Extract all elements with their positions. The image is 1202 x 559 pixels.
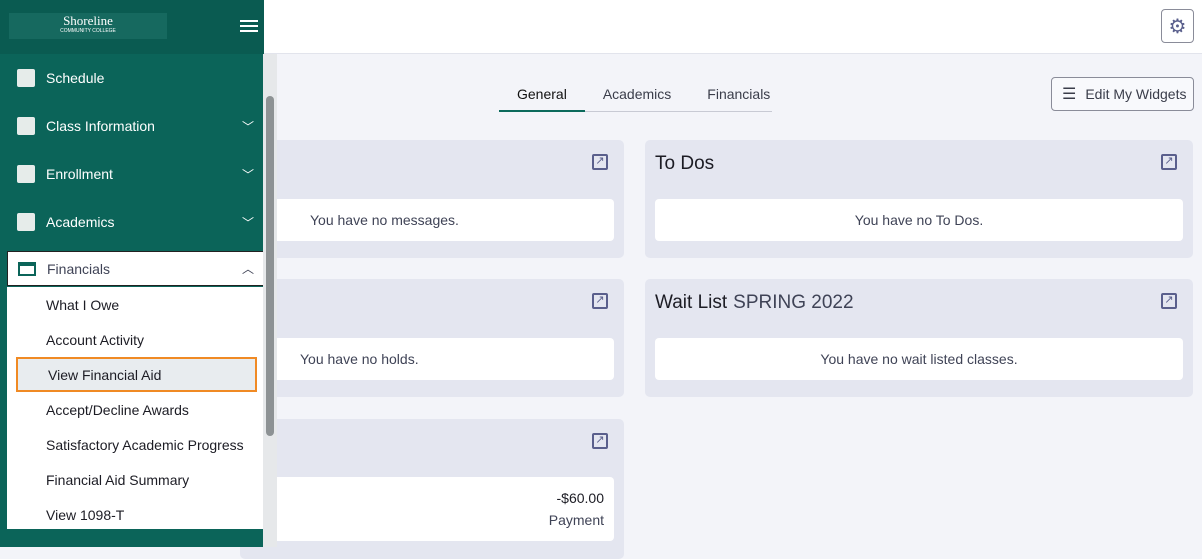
waitlist-title: Wait List SPRING 2022 [655,292,854,313]
holds-card: ↗ You have no holds. [240,279,624,397]
chevron-up-icon: ︿ [241,262,254,276]
edit-widgets-button[interactable]: ☰ Edit My Widgets [1051,77,1194,111]
account-card: ↗ -$60.00 Payment [240,419,624,559]
todos-title: To Dos [655,153,715,174]
calendar-icon [17,69,35,87]
submenu-what-i-owe[interactable]: What I Owe [7,287,265,322]
account-body: -$60.00 Payment [250,477,614,541]
todos-body: You have no To Dos. [655,199,1183,241]
external-link-icon[interactable]: ↗ [1161,154,1177,170]
external-link-icon[interactable]: ↗ [592,154,608,170]
sidebar-header: Shoreline COMMUNITY COLLEGE [0,0,264,54]
submenu-accept-decline-awards[interactable]: Accept/Decline Awards [7,392,265,427]
class-info-icon [17,117,35,135]
chevron-down-icon: ﹀ [241,215,254,230]
graduation-cap-icon [17,165,35,183]
financials-submenu: What I Owe Account Activity View Financi… [7,287,265,529]
waitlist-body: You have no wait listed classes. [655,338,1183,380]
submenu-account-activity[interactable]: Account Activity [7,322,265,357]
chevron-down-icon: ﹀ [241,119,254,134]
tab-financials[interactable]: Financials [689,80,788,111]
account-type: Payment [548,512,604,528]
dashboard-tabs: General Academics Financials [499,80,772,112]
gear-icon: ⚙ [1168,15,1187,38]
sidebar-item-label: Class Information [46,118,155,134]
sidebar-item-class-information[interactable]: Class Information ﹀ [0,102,264,150]
sidebar-item-label: Academics [46,214,115,230]
external-link-icon[interactable]: ↗ [592,293,608,309]
sidebar-item-enrollment[interactable]: Enrollment ﹀ [0,150,264,198]
messages-card: ↗ You have no messages. [240,140,624,258]
sidebar-item-schedule[interactable]: Schedule [0,54,264,102]
account-amount: -$60.00 [556,490,604,506]
settings-button[interactable]: ⚙ [1161,9,1194,43]
submenu-financial-aid-summary[interactable]: Financial Aid Summary [7,462,265,497]
edit-widgets-label: Edit My Widgets [1085,86,1187,102]
submenu-satisfactory-academic-progress[interactable]: Satisfactory Academic Progress [7,427,265,462]
sidebar-item-financials[interactable]: Financials ︿ [7,251,265,286]
sidebar: Shoreline COMMUNITY COLLEGE Schedule Clas… [0,0,265,547]
credit-card-icon [18,261,36,276]
hamburger-menu-icon[interactable] [240,20,258,32]
sidebar-item-label: Enrollment [46,166,113,182]
waitlist-card: Wait List SPRING 2022 ↗ You have no wait … [645,279,1193,397]
waitlist-term: SPRING 2022 [733,292,854,313]
scrollbar-thumb[interactable] [266,96,274,436]
college-logo[interactable]: Shoreline COMMUNITY COLLEGE [9,13,167,39]
sidebar-item-label: Schedule [46,70,105,86]
sidebar-item-label: Financials [47,260,111,277]
sidebar-item-academics[interactable]: Academics ﹀ [0,198,264,246]
submenu-view-1098t[interactable]: View 1098-T [7,497,265,532]
external-link-icon[interactable]: ↗ [1161,293,1177,309]
external-link-icon[interactable]: ↗ [592,433,608,449]
tab-academics[interactable]: Academics [585,80,689,111]
documents-icon [17,213,35,231]
holds-body: You have no holds. [250,338,614,380]
todos-card: To Dos ↗ You have no To Dos. [645,140,1193,258]
submenu-view-financial-aid[interactable]: View Financial Aid [16,357,257,392]
messages-body: You have no messages. [250,199,614,241]
tab-general[interactable]: General [499,80,585,112]
sliders-icon: ☰ [1062,86,1077,103]
chevron-down-icon: ﹀ [241,167,254,182]
